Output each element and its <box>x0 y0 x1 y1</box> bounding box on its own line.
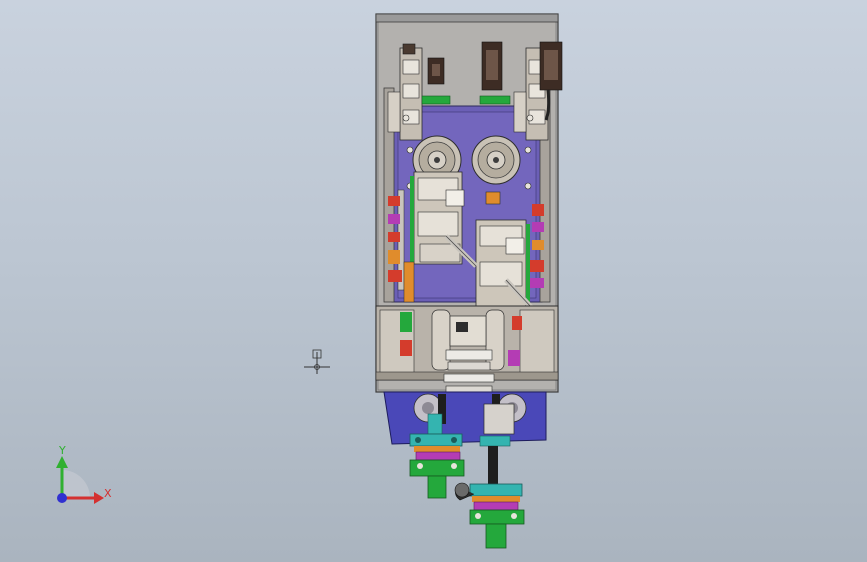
pulley-right <box>471 135 521 185</box>
machine-assembly[interactable] <box>375 13 563 549</box>
lower-blue-block <box>383 391 547 445</box>
z-axis-dot <box>57 493 67 503</box>
y-axis-label: Y <box>58 444 66 457</box>
left-slide-assembly <box>410 171 465 272</box>
x-axis-label: X <box>104 487 112 500</box>
cad-viewport[interactable]: Y X <box>0 0 867 562</box>
origin-marker-icon[interactable] <box>304 349 330 374</box>
axis-triad: Y X <box>56 444 112 504</box>
